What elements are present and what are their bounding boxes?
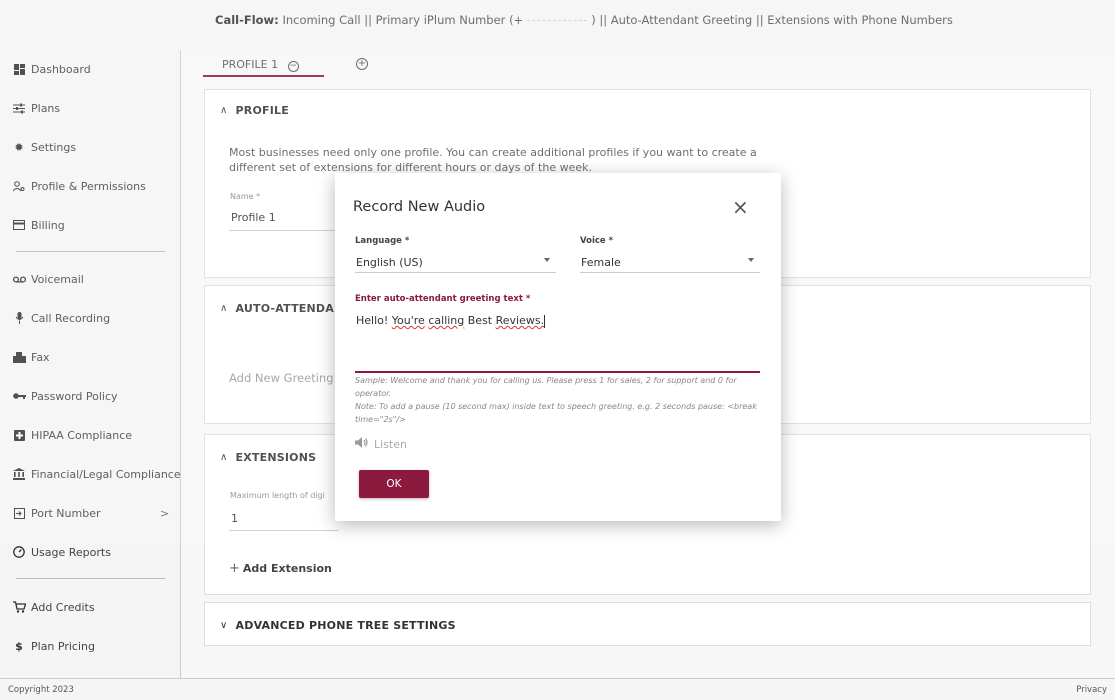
record-audio-dialog: Record New Audio × Language * English (U… — [335, 173, 781, 521]
listen-button[interactable]: Listen — [355, 437, 407, 451]
sidebar-item-label: Plan Pricing — [31, 639, 95, 653]
greeting-word: Best — [467, 314, 493, 327]
dropdown-arrow-icon — [544, 258, 550, 262]
sidebar-divider — [16, 578, 165, 579]
greeting-hint: Sample: Welcome and thank you for callin… — [355, 374, 760, 426]
dollar-icon: $ — [15, 639, 23, 653]
copyright-text: Copyright 2023 — [8, 685, 74, 695]
greeting-word-misspelled: calling — [428, 314, 465, 327]
chevron-down-icon: ∨ — [220, 619, 228, 631]
voice-label: Voice * — [580, 236, 614, 246]
cart-icon — [12, 600, 26, 614]
voice-select[interactable]: Female — [580, 251, 760, 273]
advanced-card-header[interactable]: ∨ ADVANCED PHONE TREE SETTINGS — [220, 617, 456, 633]
pause-note: Note: To add a pause (10 second max) ins… — [355, 402, 757, 424]
ok-button[interactable]: OK — [359, 470, 429, 498]
speaker-icon — [355, 437, 368, 451]
privacy-link[interactable]: Privacy — [1076, 685, 1107, 695]
footer: Copyright 2023 Privacy — [0, 678, 1115, 700]
dialog-title: Record New Audio — [353, 199, 486, 215]
close-icon[interactable]: × — [732, 197, 749, 217]
text-caret — [544, 314, 546, 328]
greeting-underline — [355, 371, 760, 373]
sidebar-item-label: Usage Reports — [31, 545, 111, 559]
plus-icon: + — [229, 561, 240, 576]
advanced-settings-card: ∨ ADVANCED PHONE TREE SETTINGS — [204, 602, 1091, 646]
sidebar-item-add-credits[interactable]: Add Credits — [12, 597, 95, 617]
language-value: English (US) — [356, 256, 423, 269]
sample-hint: Sample: Welcome and thank you for callin… — [355, 376, 737, 398]
greeting-word: Hello! — [356, 314, 389, 327]
greeting-text-label: Enter auto-attendant greeting text * — [355, 294, 531, 304]
gauge-icon — [12, 545, 26, 559]
greeting-word-misspelled: You're — [391, 314, 425, 327]
voice-value: Female — [581, 256, 621, 269]
dropdown-arrow-icon — [748, 258, 754, 262]
sidebar-item-usage-reports[interactable]: Usage Reports — [12, 542, 111, 562]
greeting-textarea[interactable]: Hello! You're calling Best Reviews. — [356, 314, 546, 328]
card-title: ADVANCED PHONE TREE SETTINGS — [235, 618, 456, 632]
add-extension-label: Add Extension — [242, 562, 332, 575]
sidebar-item-plan-pricing[interactable]: $ Plan Pricing — [12, 636, 95, 656]
add-extension-button[interactable]: + Add Extension — [229, 561, 332, 576]
sidebar-item-label: Add Credits — [31, 600, 95, 614]
language-select[interactable]: English (US) — [355, 251, 556, 273]
language-label: Language * — [355, 236, 410, 246]
listen-label: Listen — [374, 437, 407, 451]
greeting-word-misspelled: Reviews. — [495, 314, 545, 327]
